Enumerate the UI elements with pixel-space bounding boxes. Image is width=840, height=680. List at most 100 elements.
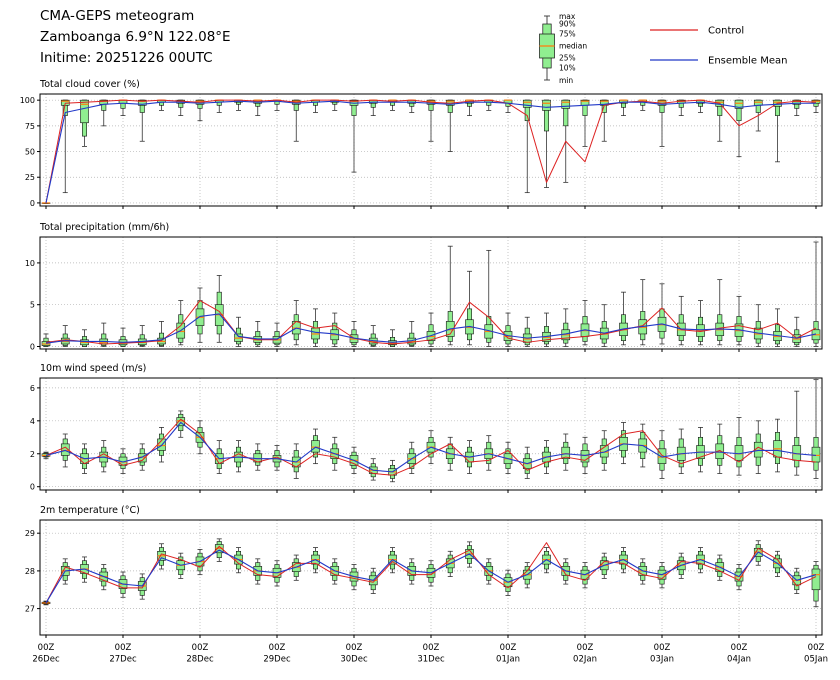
boxplot xyxy=(774,419,782,472)
panel-0: 0255075100Total cloud cover (%) xyxy=(20,79,822,209)
boxplot xyxy=(42,203,50,204)
y-tick-label: 0 xyxy=(30,342,35,351)
location-label: Zamboanga 6.9°N 122.08°E xyxy=(40,27,231,48)
meteogram-chart: 0255075100Total cloud cover (%)0510Total… xyxy=(0,0,840,680)
boxplot xyxy=(331,313,339,346)
control-legend-label: Control xyxy=(708,26,744,37)
x-tick-hour: 00Z xyxy=(500,643,517,653)
boxplot xyxy=(562,309,570,347)
boxplot xyxy=(774,100,782,162)
boxplot xyxy=(235,317,243,346)
ensemble-legend-label: Ensemble Mean xyxy=(708,56,787,67)
x-tick-date: 29Dec xyxy=(263,655,291,665)
init-time-label: Initime: 20251226 00UTC xyxy=(40,48,231,69)
boxplot xyxy=(485,436,493,471)
boxplot xyxy=(427,561,435,586)
x-tick-hour: 00Z xyxy=(115,643,132,653)
x-tick-date: 05Jan xyxy=(804,655,828,665)
boxplot xyxy=(292,100,300,141)
x-tick-date: 04Jan xyxy=(727,655,751,665)
boxplot xyxy=(793,100,801,115)
boxplot xyxy=(350,321,358,346)
boxplot xyxy=(369,326,377,347)
x-tick-date: 27Dec xyxy=(109,655,137,665)
boxplot xyxy=(793,568,801,593)
boxplot xyxy=(812,380,820,479)
boxplot xyxy=(600,305,608,347)
boxplot xyxy=(254,321,262,346)
boxplot xyxy=(697,427,705,471)
x-tick-hour: 00Z xyxy=(423,643,440,653)
boxplot xyxy=(138,574,146,599)
boxplot xyxy=(81,100,89,146)
panel-1: 0510Total precipitation (mm/6h) xyxy=(25,222,822,352)
x-tick-date: 30Dec xyxy=(340,655,368,665)
boxplot xyxy=(658,284,666,344)
boxplot xyxy=(812,242,820,346)
header: CMA-GEPS meteogram Zamboanga 6.9°N 122.0… xyxy=(40,6,231,69)
boxplot xyxy=(196,288,204,342)
boxplot xyxy=(658,563,666,588)
boxplot xyxy=(735,100,743,157)
boxplot xyxy=(677,429,685,473)
panel-title: Total precipitation (mm/6h) xyxy=(39,222,169,233)
y-tick-label: 0 xyxy=(30,483,35,492)
boxplot xyxy=(273,323,281,346)
x-tick-date: 31Dec xyxy=(417,655,445,665)
boxplot xyxy=(543,313,551,346)
boxplot xyxy=(716,424,724,473)
x-tick-hour: 00Z xyxy=(192,643,209,653)
boxplot xyxy=(158,544,166,569)
boxplot xyxy=(42,452,50,459)
boxplot xyxy=(504,100,512,112)
boxplot xyxy=(735,564,743,589)
x-tick-date: 02Jan xyxy=(573,655,597,665)
x-tick-date: 28Dec xyxy=(186,655,214,665)
boxplot xyxy=(793,391,801,475)
boxplot xyxy=(504,313,512,346)
boxplot xyxy=(369,568,377,593)
boxplot xyxy=(312,429,320,464)
boxplot xyxy=(793,317,801,346)
y-tick-label: 25 xyxy=(25,173,35,182)
legend-box-label: 10% xyxy=(559,64,576,73)
panel-title: Total cloud cover (%) xyxy=(39,79,140,90)
boxplot xyxy=(677,100,685,115)
x-tick-hour: 00Z xyxy=(38,643,55,653)
boxes xyxy=(42,380,820,482)
x-tick-hour: 00Z xyxy=(731,643,748,653)
boxplot xyxy=(581,301,589,345)
boxplot xyxy=(427,313,435,346)
y-tick-label: 27 xyxy=(25,605,35,614)
boxplot xyxy=(215,275,223,342)
y-tick-label: 50 xyxy=(25,148,35,157)
legend-box-label: 75% xyxy=(559,30,576,39)
boxplot xyxy=(658,431,666,479)
boxplot xyxy=(620,292,628,345)
boxplot xyxy=(100,441,108,472)
boxplot xyxy=(677,296,685,344)
boxplot xyxy=(735,296,743,344)
boxplot xyxy=(581,563,589,588)
boxplot xyxy=(754,305,762,347)
x-tick-hour: 00Z xyxy=(346,643,363,653)
y-tick-label: 75 xyxy=(25,122,35,131)
boxplot xyxy=(158,321,166,346)
boxplot xyxy=(504,570,512,595)
legend-box-label: 25% xyxy=(559,54,576,63)
legend-box-label: min xyxy=(559,76,573,85)
y-tick-label: 6 xyxy=(30,384,35,393)
x-tick-hour: 00Z xyxy=(808,643,825,653)
x-tick-hour: 00Z xyxy=(577,643,594,653)
boxplot xyxy=(254,444,262,470)
meteogram-page: CMA-GEPS meteogram Zamboanga 6.9°N 122.0… xyxy=(0,0,840,680)
x-tick-date: 26Dec xyxy=(32,655,60,665)
boxplot xyxy=(350,100,358,172)
legend-box-label: 90% xyxy=(559,20,576,29)
x-tick-date: 03Jan xyxy=(650,655,674,665)
panel-3: 2728292m temperature (°C) xyxy=(25,505,822,638)
boxplot xyxy=(427,100,435,141)
panel-2: 024610m wind speed (m/s) xyxy=(30,363,822,493)
y-tick-label: 100 xyxy=(20,96,35,105)
panel-title: 10m wind speed (m/s) xyxy=(40,363,146,374)
